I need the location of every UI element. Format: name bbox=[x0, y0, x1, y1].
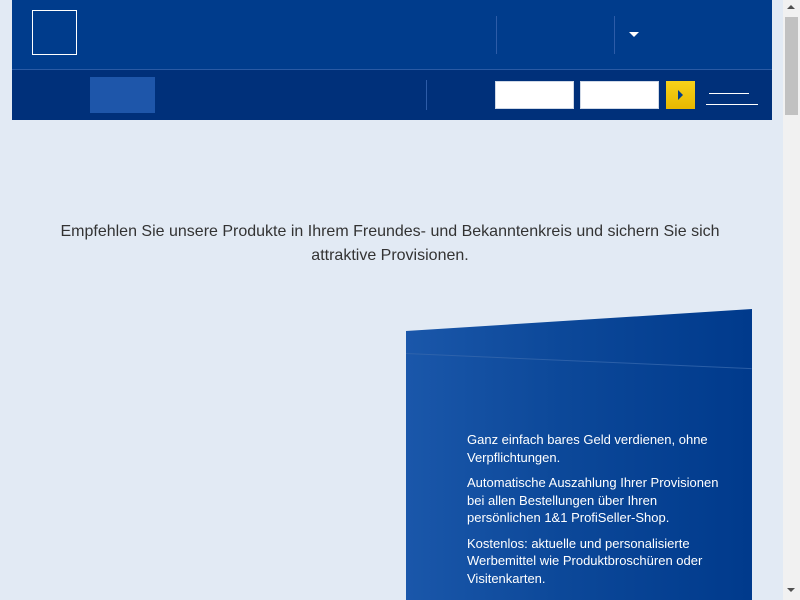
scrollbar-thumb[interactable] bbox=[785, 17, 798, 115]
benefit-item: Kostenlos: aktuelle und personalisierte … bbox=[467, 535, 703, 586]
caret-down-icon[interactable] bbox=[629, 32, 639, 37]
top-bar bbox=[12, 0, 772, 69]
panel-highlight-line bbox=[406, 353, 752, 370]
go-button[interactable] bbox=[666, 81, 695, 109]
header-link-underline[interactable] bbox=[706, 104, 758, 105]
header-separator bbox=[614, 16, 615, 54]
benefits-panel: Ganz einfach bares Geld verdienen, ohne … bbox=[406, 309, 752, 600]
login-field-2[interactable] bbox=[580, 81, 659, 109]
header-separator bbox=[496, 16, 497, 54]
scroll-down-icon[interactable] bbox=[787, 588, 795, 592]
header-link-underline[interactable] bbox=[709, 93, 749, 94]
logo-box-icon[interactable] bbox=[32, 10, 77, 55]
nav-separator bbox=[426, 80, 427, 110]
login-field-1[interactable] bbox=[495, 81, 574, 109]
nav-item-active[interactable] bbox=[90, 77, 155, 113]
scroll-up-icon[interactable] bbox=[787, 5, 795, 9]
benefit-item: Ganz einfach bares Geld verdienen, ohne … bbox=[467, 432, 708, 465]
benefit-item: Automatische Auszahlung Ihrer Provisione… bbox=[467, 475, 719, 525]
triangle-right-icon bbox=[678, 90, 683, 100]
benefits-list: Ganz einfach bares Geld verdienen, ohne … bbox=[467, 431, 727, 595]
site-header bbox=[12, 0, 772, 120]
intro-text: Empfehlen Sie unsere Produkte in Ihrem F… bbox=[60, 223, 720, 264]
